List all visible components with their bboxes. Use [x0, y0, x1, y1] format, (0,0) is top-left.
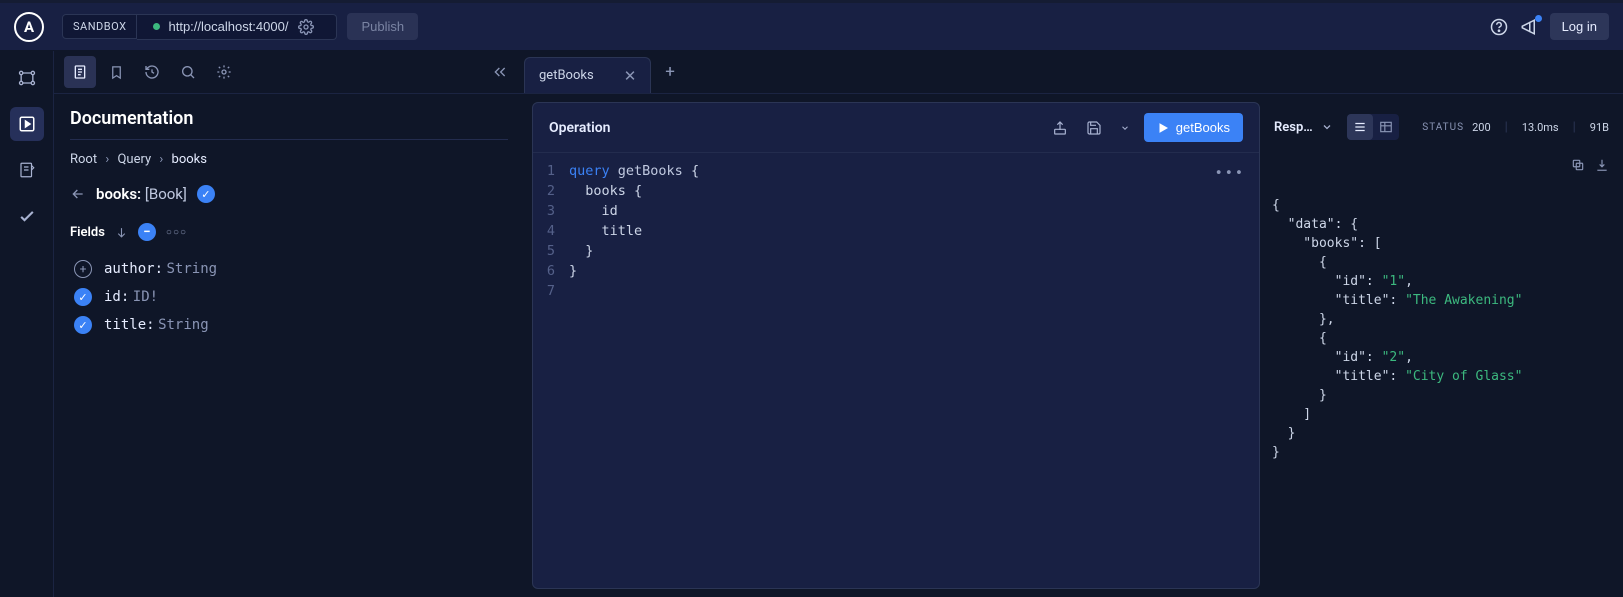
- run-button[interactable]: getBooks: [1144, 113, 1243, 142]
- sort-icon[interactable]: [115, 226, 128, 239]
- confirm-check-icon[interactable]: ✓: [197, 185, 215, 203]
- field-name: id:: [104, 289, 129, 305]
- endpoint-box[interactable]: [137, 14, 337, 40]
- explorer-icon[interactable]: [10, 107, 44, 141]
- chevron-down-icon[interactable]: [1116, 119, 1134, 137]
- status-code: 200: [1472, 121, 1491, 134]
- code-editor[interactable]: 1 2 3 4 5 6 7 query getBooks { books { i…: [533, 153, 1259, 309]
- help-icon[interactable]: [1484, 12, 1514, 42]
- response-header: Resp… STATUS 200 | 13: [1268, 102, 1615, 152]
- save-icon[interactable]: [1082, 116, 1106, 140]
- editor-more-icon[interactable]: •••: [1215, 163, 1245, 183]
- add-field-icon[interactable]: +: [74, 260, 92, 278]
- new-tab-icon[interactable]: +: [651, 62, 689, 82]
- announcements-icon[interactable]: [1514, 12, 1544, 42]
- search-icon[interactable]: [172, 56, 204, 88]
- nav-rail: [0, 51, 54, 597]
- share-icon[interactable]: [1048, 116, 1072, 140]
- chevron-right-icon: ›: [105, 152, 109, 167]
- type-name: books:: [96, 185, 141, 203]
- table-view-icon[interactable]: [1373, 114, 1399, 140]
- view-toggle: [1347, 114, 1399, 140]
- logo-letter: A: [24, 18, 34, 36]
- line-gutter: 1 2 3 4 5 6 7: [533, 161, 569, 301]
- chevron-down-icon[interactable]: [1321, 121, 1333, 133]
- publish-button[interactable]: Publish: [347, 13, 418, 40]
- response-label: Resp…: [1274, 120, 1313, 135]
- code-body[interactable]: query getBooks { books { id title } }: [569, 161, 1259, 301]
- history-icon[interactable]: [136, 56, 168, 88]
- response-time: 13.0ms: [1522, 121, 1559, 134]
- checks-icon[interactable]: [10, 199, 44, 233]
- response-body[interactable]: { "data": { "books": [ { "id": "1", "tit…: [1268, 152, 1615, 589]
- settings-icon[interactable]: [208, 56, 240, 88]
- docs-title: Documentation: [70, 108, 508, 129]
- divider: [70, 139, 508, 140]
- field-row-author[interactable]: + author: String: [70, 255, 508, 283]
- breadcrumb-root[interactable]: Root: [70, 152, 97, 167]
- field-row-title[interactable]: ✓ title: String: [70, 311, 508, 339]
- operation-title: Operation: [549, 120, 610, 136]
- notification-dot-icon: [1535, 15, 1542, 22]
- status-label: STATUS: [1422, 122, 1464, 133]
- env-badge: SANDBOX: [62, 14, 137, 39]
- type-return[interactable]: [Book]: [145, 185, 187, 203]
- type-row: books: [Book] ✓: [70, 185, 508, 203]
- apollo-logo[interactable]: A: [14, 12, 44, 42]
- status-dot-icon: [153, 23, 160, 30]
- json-view-icon[interactable]: [1347, 114, 1373, 140]
- run-label: getBooks: [1176, 120, 1230, 135]
- app-header: A SANDBOX Publish Log in: [0, 3, 1623, 51]
- tab-label: getBooks: [539, 68, 594, 83]
- tab-getbooks[interactable]: getBooks ✕: [524, 57, 651, 93]
- operation-header: Operation getBooks: [533, 103, 1259, 153]
- endpoint-input[interactable]: [168, 19, 298, 34]
- field-type[interactable]: String: [167, 261, 218, 277]
- diff-icon[interactable]: [10, 153, 44, 187]
- gear-icon[interactable]: [298, 19, 314, 35]
- breadcrumb-current: books: [172, 152, 207, 167]
- collapse-icon[interactable]: [486, 64, 514, 80]
- breadcrumb: Root › Query › books: [70, 152, 508, 167]
- close-icon[interactable]: ✕: [624, 67, 637, 85]
- checked-field-icon[interactable]: ✓: [74, 316, 92, 334]
- breadcrumb-query[interactable]: Query: [117, 152, 151, 167]
- field-type[interactable]: ID!: [133, 289, 158, 305]
- copy-icon[interactable]: [1571, 158, 1585, 172]
- login-button[interactable]: Log in: [1550, 13, 1609, 40]
- response-size: 91B: [1590, 121, 1609, 134]
- deselect-all-icon[interactable]: −: [138, 223, 156, 241]
- field-name: author:: [104, 261, 163, 277]
- docs-tab-icon[interactable]: [64, 56, 96, 88]
- docs-toolbar: [54, 51, 524, 94]
- fields-header: Fields − ○○○: [70, 223, 508, 241]
- response-panel: Resp… STATUS 200 | 13: [1260, 102, 1615, 589]
- checked-field-icon[interactable]: ✓: [74, 288, 92, 306]
- bookmark-icon[interactable]: [100, 56, 132, 88]
- more-icon[interactable]: ○○○: [166, 227, 187, 238]
- field-row-id[interactable]: ✓ id: ID!: [70, 283, 508, 311]
- field-type[interactable]: String: [158, 317, 209, 333]
- docs-panel: Documentation Root › Query › books books…: [54, 51, 524, 597]
- download-icon[interactable]: [1595, 158, 1609, 172]
- chevron-right-icon: ›: [159, 152, 163, 167]
- fields-label: Fields: [70, 225, 105, 240]
- back-arrow-icon[interactable]: [70, 186, 86, 202]
- tab-bar: getBooks ✕ +: [524, 51, 1623, 94]
- operation-panel: Operation getBooks: [532, 102, 1260, 589]
- field-name: title:: [104, 317, 155, 333]
- schema-icon[interactable]: [10, 61, 44, 95]
